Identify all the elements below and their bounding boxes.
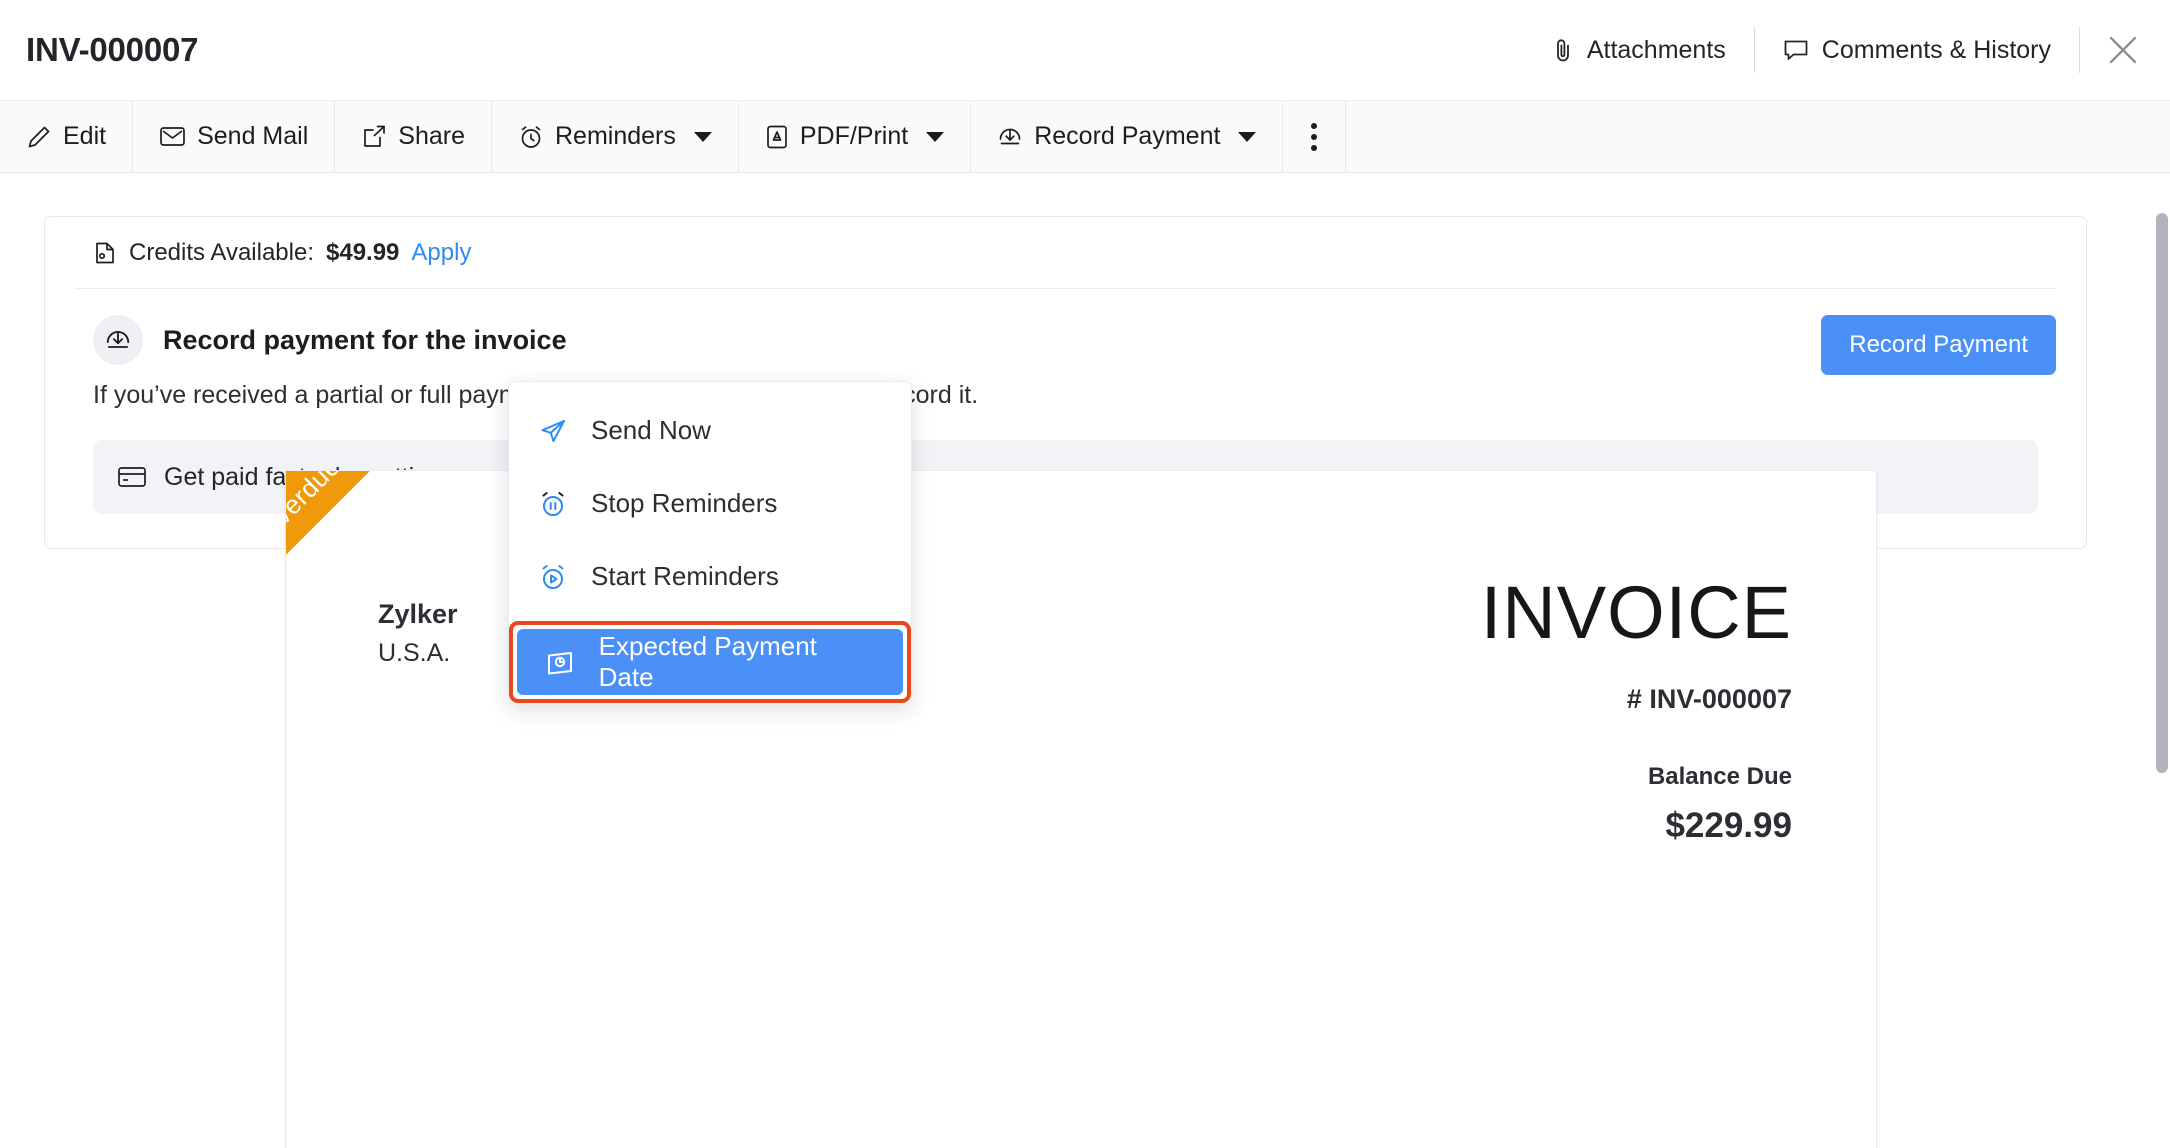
balance-due-label: Balance Due: [1647, 763, 1792, 790]
menu-item-stop-reminders[interactable]: Stop Reminders: [509, 467, 911, 540]
menu-item-highlight-box: Expected Payment Date: [509, 621, 911, 703]
chevron-down-icon-3: [1238, 131, 1257, 142]
menu-label-expected-payment-date: Expected Payment Date: [598, 631, 817, 692]
menu-label-send-now: Send Now: [591, 415, 711, 445]
download-circle-icon: [997, 124, 1023, 150]
toolbar-label-send-mail: Send Mail: [197, 122, 309, 150]
overdue-ribbon: Overdue: [286, 471, 438, 637]
toolbar-button-pdf-print[interactable]: PDF/Print: [738, 101, 972, 172]
credits-row: Credits Available: $49.99 Apply: [75, 217, 2056, 289]
toolbar-filler: [1346, 101, 2170, 172]
attachments-button[interactable]: Attachments: [1524, 36, 1754, 65]
record-payment-button[interactable]: Record Payment: [1821, 315, 2056, 375]
toolbar-label-share: Share: [398, 122, 465, 150]
toolbar-button-share[interactable]: Share: [335, 101, 492, 172]
vertical-ellipsis-icon: [1311, 122, 1318, 151]
send-plane-icon: [536, 416, 569, 446]
toolbar-label-record-payment: Record Payment: [1034, 122, 1221, 150]
toolbar-button-edit[interactable]: Edit: [0, 101, 134, 172]
page-title: INV-000007: [26, 31, 199, 68]
close-button[interactable]: [2080, 33, 2170, 67]
pencil-icon: [26, 124, 52, 150]
alarm-play-icon: [536, 562, 569, 592]
menu-item-start-reminders[interactable]: Start Reminders: [509, 540, 911, 613]
invoice-company-name: Zylker: [378, 599, 458, 629]
paperclip-icon: [1552, 36, 1574, 64]
chevron-down-icon: [693, 131, 712, 142]
toolbar-label-pdf-print: PDF/Print: [799, 122, 909, 150]
reminders-dropdown-menu: Send Now Stop Reminders Start Reminders …: [508, 381, 912, 704]
calendar-clock-icon: [544, 648, 577, 676]
toolbar: Edit Send Mail Share Reminders PDF/Print…: [0, 101, 2170, 173]
toolbar-label-edit: Edit: [63, 122, 107, 150]
content-area: Credits Available: $49.99 Apply Record p…: [0, 173, 2170, 1148]
credit-card-icon: [117, 465, 147, 489]
toolbar-label-reminders: Reminders: [554, 122, 676, 150]
balance-due-amount: $229.99: [1665, 806, 1792, 845]
menu-label-stop-reminders: Stop Reminders: [591, 488, 778, 518]
credits-label: Credits Available:: [129, 238, 314, 266]
comments-history-button[interactable]: Comments & History: [1755, 36, 2079, 65]
invoice-summary-block: INVOICE # INV-000007 Balance Due $229.99: [1481, 576, 1792, 846]
toolbar-button-record-payment[interactable]: Record Payment: [971, 101, 1284, 172]
pdf-file-icon: [765, 124, 789, 150]
toolbar-button-send-mail[interactable]: Send Mail: [133, 101, 336, 172]
vertical-scrollbar-track[interactable]: [2154, 173, 2170, 1148]
vertical-scrollbar-thumb[interactable]: [2156, 213, 2168, 773]
toolbar-more-button[interactable]: [1283, 101, 1347, 172]
comments-history-label: Comments & History: [1821, 35, 2051, 64]
menu-item-expected-payment-date[interactable]: Expected Payment Date: [517, 629, 903, 695]
record-payment-title: Record payment for the invoice: [163, 324, 567, 355]
invoice-number: # INV-000007: [1626, 684, 1792, 714]
menu-label-start-reminders: Start Reminders: [591, 561, 779, 591]
page-header: INV-000007 Attachments Comments & Histor…: [0, 0, 2170, 101]
toolbar-button-reminders[interactable]: Reminders: [491, 101, 739, 172]
credits-amount: $49.99: [326, 238, 400, 266]
header-actions: Attachments Comments & History: [1524, 0, 2170, 100]
attachments-label: Attachments: [1586, 35, 1726, 64]
record-payment-heading-row: Record payment for the invoice: [93, 315, 2038, 365]
apply-credits-link[interactable]: Apply: [411, 239, 471, 267]
record-payment-description: If you’ve received a partial or full pay…: [93, 381, 979, 409]
invoice-company-block: Zylker U.S.A.: [378, 599, 458, 668]
close-icon: [2106, 33, 2140, 67]
invoice-company-country: U.S.A.: [378, 639, 451, 667]
chevron-down-icon-2: [926, 131, 945, 142]
menu-item-send-now[interactable]: Send Now: [509, 394, 911, 467]
credit-note-icon: [93, 240, 117, 266]
comment-icon: [1783, 38, 1809, 62]
alarm-pause-icon: [536, 489, 569, 519]
download-circle-icon-large: [93, 315, 143, 365]
share-icon: [361, 124, 387, 150]
envelope-icon: [159, 125, 186, 148]
alarm-clock-icon: [518, 124, 544, 150]
invoice-heading: INVOICE: [1480, 571, 1792, 654]
